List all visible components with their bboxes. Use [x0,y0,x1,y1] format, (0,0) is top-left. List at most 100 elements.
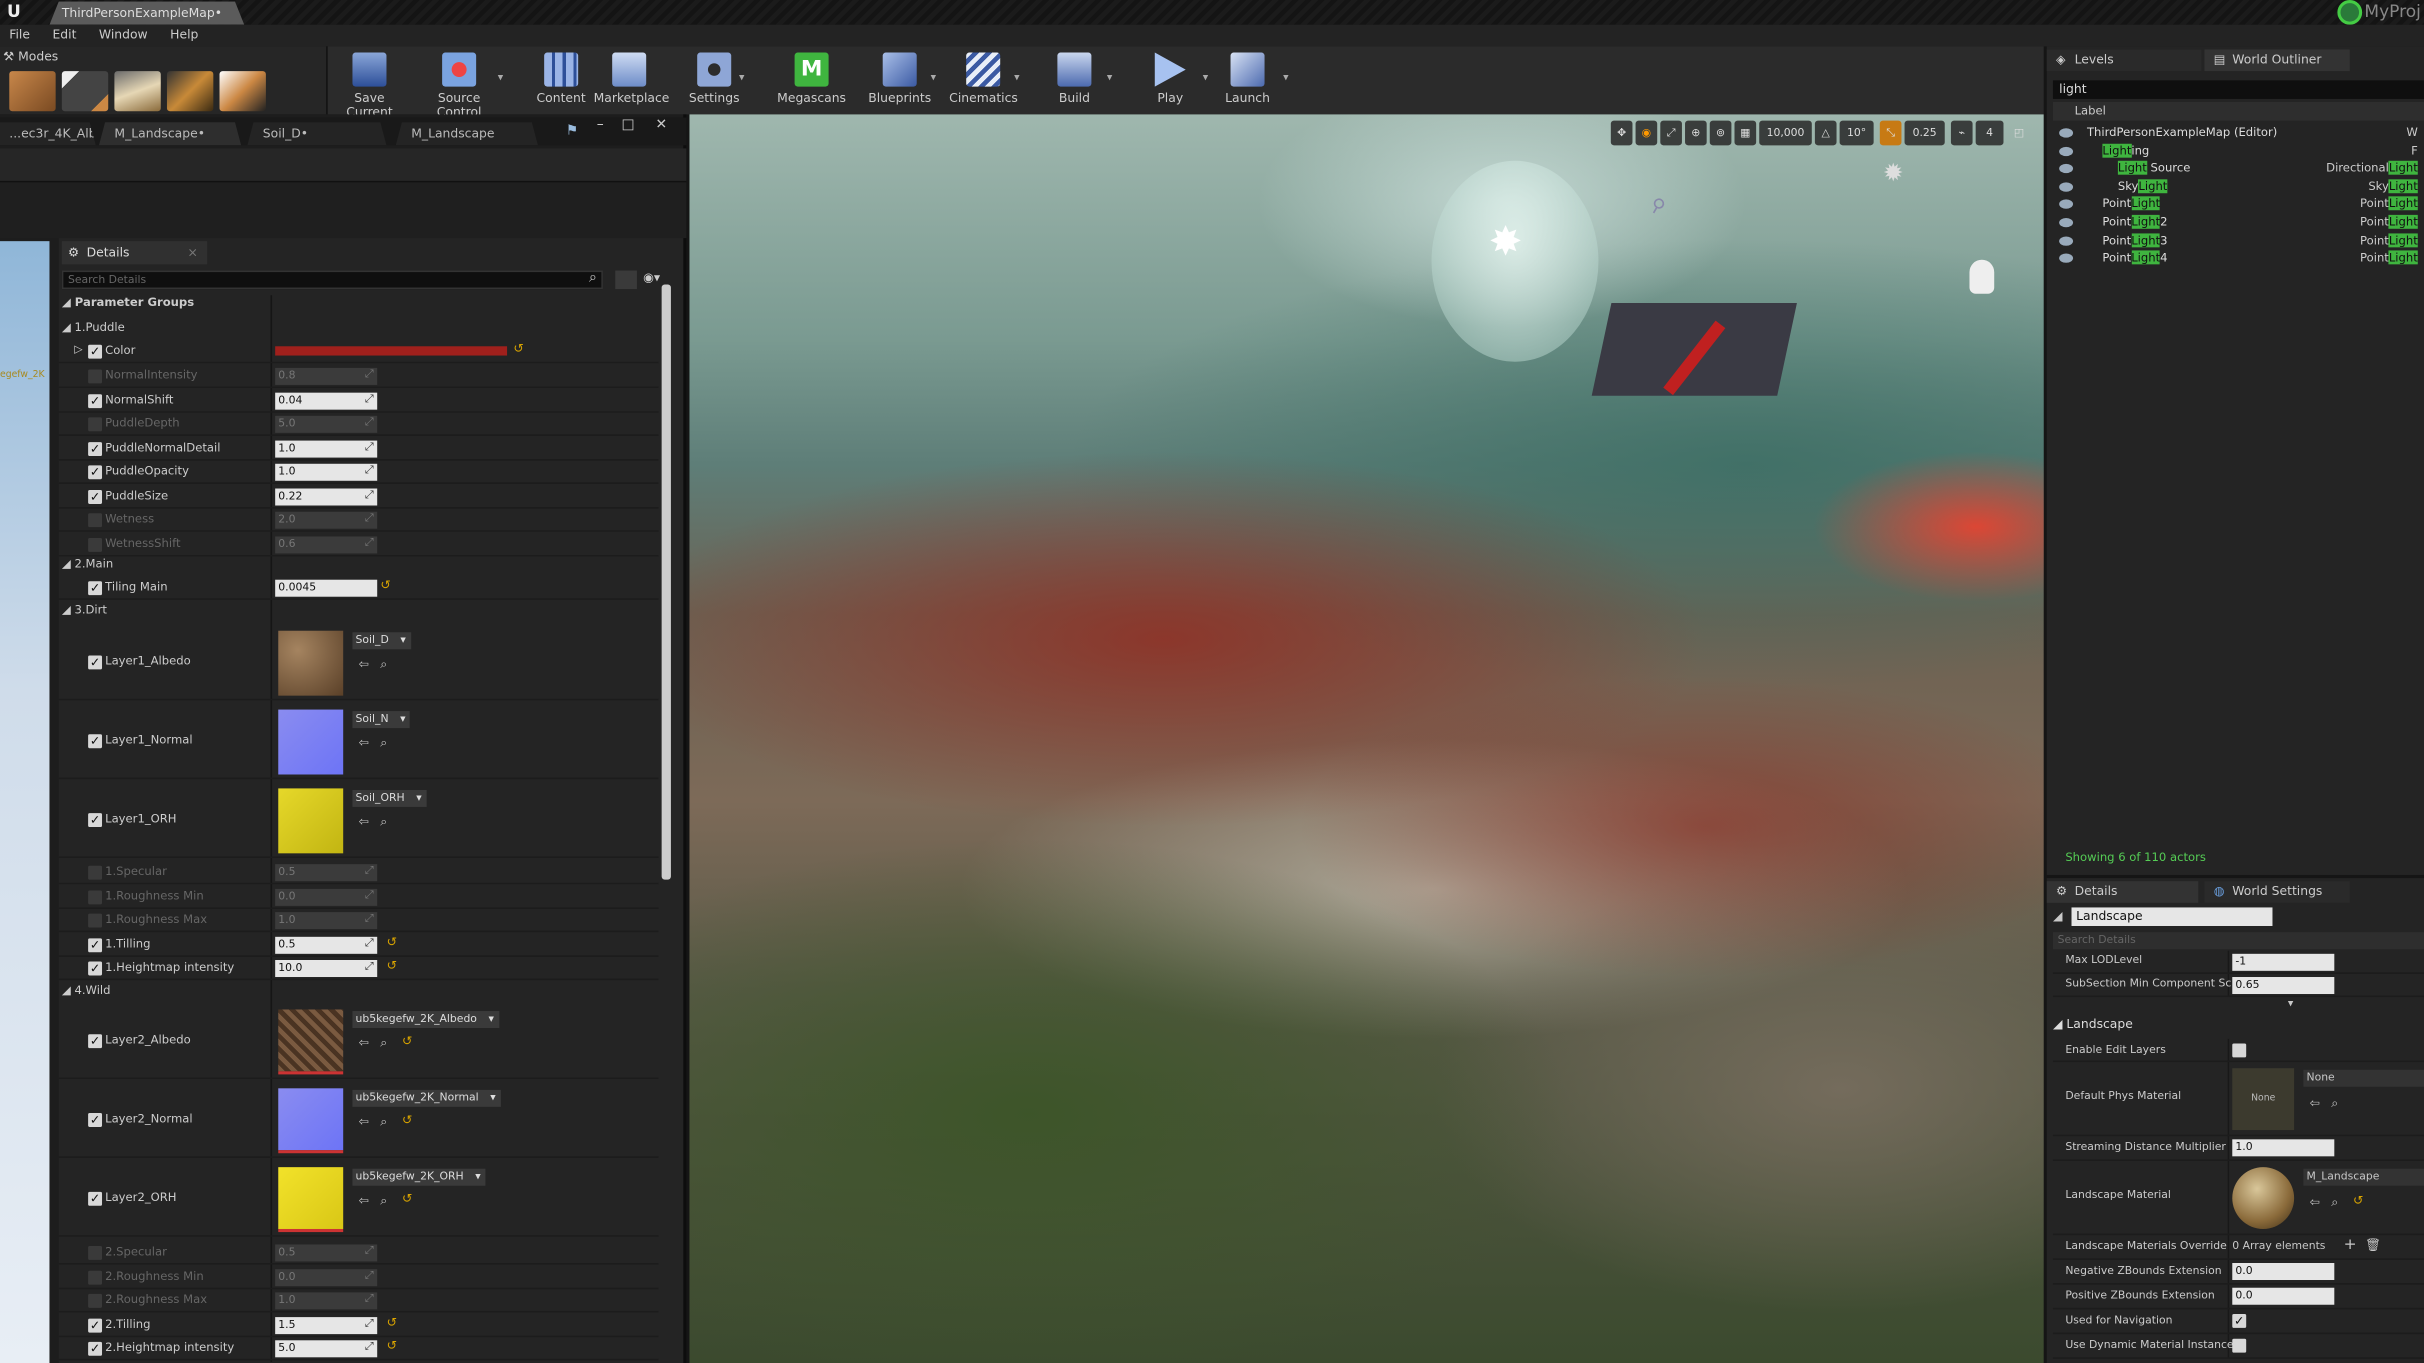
param-value-input[interactable]: 5.0 [275,1340,378,1358]
param-checkbox[interactable] [88,537,103,552]
eye-icon[interactable]: ◉▾ [643,271,660,285]
param-checkbox[interactable] [88,417,103,432]
rotate-icon[interactable]: ◉ [1635,120,1658,146]
param-checkbox[interactable]: ✓ [88,441,103,456]
texture-asset-dropdown[interactable]: Soil_D ▾ [352,632,411,650]
param-checkbox[interactable] [88,369,103,384]
reset-arrow-icon[interactable]: ↺ [2353,1193,2363,1207]
param-checkbox[interactable] [88,889,103,904]
grid-snap-icon[interactable]: ▦ [1734,120,1757,146]
texture-asset-dropdown[interactable]: ub5kegefw_2K_Albedo ▾ [352,1011,499,1029]
browse-icon[interactable]: ⌕ [380,736,387,751]
geometry-mode-button[interactable] [219,71,266,112]
texture-asset-dropdown[interactable]: Soil_N ▾ [352,711,411,729]
param-checkbox[interactable]: ✓ [88,1317,103,1332]
param-checkbox[interactable]: ✓ [88,465,103,480]
browse-icon[interactable]: ⌕ [2331,1195,2338,1210]
param-value-input[interactable]: 0.6 [275,535,378,553]
reset-arrow-icon[interactable]: ↺ [386,1315,396,1329]
maximize-viewport-icon[interactable]: ◰ [2010,121,2029,146]
negative-zbounds-input[interactable]: 0.0 [2232,1263,2335,1281]
param-value-input[interactable]: 1.0 [275,1292,378,1310]
color-checkbox[interactable]: ✓ [88,344,103,359]
spin-handle-icon[interactable]: ⤢ [365,1244,374,1258]
param-value-input[interactable]: 0.5 [275,936,378,954]
scale-snap-value[interactable]: 0.25 [1904,120,1945,146]
spin-handle-icon[interactable]: ⤢ [365,488,374,502]
use-selected-arrow-icon[interactable]: ⇦ [2310,1195,2320,1209]
spin-handle-icon[interactable]: ⤢ [365,888,374,902]
trash-icon[interactable]: 🗑 [2365,1238,2381,1252]
texture-param-checkbox[interactable]: ✓ [88,1113,103,1127]
play-dropdown-icon[interactable]: ▾ [1203,71,1215,83]
browse-icon[interactable]: ⌕ [2331,1096,2338,1111]
menu-file[interactable]: File [0,25,39,47]
param-value-input[interactable]: 0.8 [275,367,378,385]
param-checkbox[interactable] [88,513,103,528]
group-puddle-header[interactable]: ◢ 1.Puddle [62,320,125,334]
subsection-input[interactable]: 0.65 [2232,977,2335,995]
preview-viewport-strip[interactable]: egefw_2K [0,241,50,1363]
visibility-eye-icon[interactable] [2059,235,2074,246]
settings-button[interactable]: Settings [686,49,742,111]
spin-handle-icon[interactable]: ⤢ [365,392,374,406]
spin-handle-icon[interactable]: ⤢ [365,464,374,478]
tab-texture[interactable]: ...ec3r_4K_Alb• [0,122,96,145]
launch-dropdown-icon[interactable]: ▾ [1283,71,1295,83]
param-checkbox[interactable] [88,1293,103,1308]
spin-handle-icon[interactable]: ⤢ [365,936,374,950]
texture-thumbnail[interactable] [278,1088,344,1154]
reset-arrow-icon[interactable]: ↺ [402,1192,412,1206]
visibility-eye-icon[interactable] [2059,182,2074,192]
dynamic-material-checkbox[interactable] [2232,1338,2247,1353]
outliner-column-header[interactable]: Label [2052,102,2424,121]
texture-param-checkbox[interactable]: ✓ [88,655,103,670]
param-value-input[interactable]: 1.0 [275,912,378,930]
reset-arrow-icon[interactable]: ↺ [513,342,523,356]
skylight-icon[interactable]: ✹ [1883,158,1904,187]
visibility-eye-icon[interactable] [2059,200,2074,210]
texture-thumbnail[interactable] [278,1009,344,1075]
use-selected-arrow-icon[interactable]: ⇦ [2310,1096,2320,1110]
world-outliner-tab[interactable]: ▤ World Outliner [2204,49,2350,72]
spin-handle-icon[interactable]: ⤢ [365,1340,374,1354]
spin-handle-icon[interactable]: ⤢ [365,1292,374,1306]
param-checkbox[interactable] [88,1245,103,1260]
param-value-input[interactable]: 1.5 [275,1316,378,1334]
levels-tab[interactable]: ◈ Levels [2046,49,2202,72]
reset-arrow-icon[interactable]: ↺ [402,1034,412,1048]
scale-icon[interactable]: ⤢ [1660,120,1682,146]
directional-light-icon[interactable]: ✸ [1489,223,1523,263]
menu-edit[interactable]: Edit [43,25,86,47]
outliner-row[interactable]: SkyLight SkyLight [2053,177,2424,195]
browse-icon[interactable]: ⌕ [380,815,387,830]
cinematics-dropdown-icon[interactable]: ▾ [1014,71,1026,83]
texture-thumbnail[interactable] [278,1167,344,1233]
spin-handle-icon[interactable]: ⤢ [365,512,374,526]
color-swatch[interactable] [275,346,508,356]
outliner-row[interactable]: PointLight PointLight [2053,195,2424,213]
camera-speed-icon[interactable]: ⌁ [1950,120,1973,146]
landscape-section-header[interactable]: ◢ Landscape [2053,1017,2133,1031]
landscape-mode-button[interactable] [114,71,161,112]
source-control-dropdown-icon[interactable]: ▾ [498,71,510,83]
foliage-mode-button[interactable] [166,71,214,112]
use-selected-arrow-icon[interactable]: ⇦ [359,1193,369,1207]
param-value-input[interactable]: 0.22 [275,487,378,505]
phys-material-dropdown[interactable]: None [2303,1069,2424,1087]
param-value-input[interactable]: 1.0 [275,439,378,457]
landscape-material-thumbnail[interactable] [2232,1167,2295,1229]
launch-button[interactable]: Launch [1221,49,1274,111]
texture-thumbnail[interactable] [278,709,344,775]
world-settings-tab[interactable]: ◍ World Settings [2204,881,2350,903]
parameter-groups-header[interactable]: ◢ Parameter Groups [62,295,194,309]
close-icon[interactable]: ✕ [655,117,667,132]
phys-material-thumbnail[interactable]: None [2232,1068,2295,1131]
actor-name-input[interactable]: Landscape [2071,907,2273,926]
build-dropdown-icon[interactable]: ▾ [1107,71,1119,83]
param-checkbox[interactable] [88,865,103,880]
grid-snap-value[interactable]: 10,000 [1759,120,1812,146]
pin-marker-icon[interactable]: ⚲ [1647,193,1670,219]
visibility-eye-icon[interactable] [2059,146,2074,156]
param-value-input[interactable]: 0.04 [275,391,378,409]
